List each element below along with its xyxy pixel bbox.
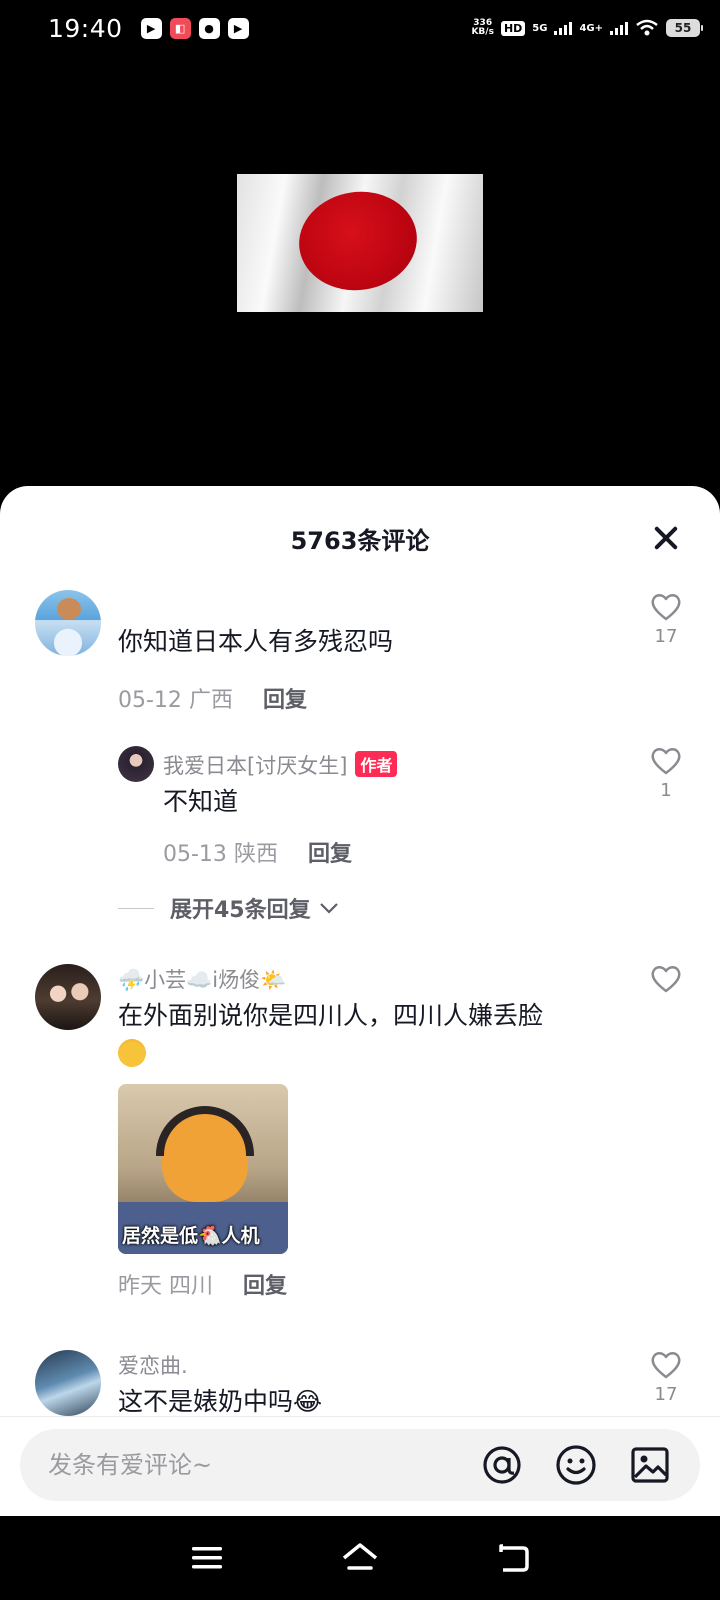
image-icon[interactable]: [628, 1443, 672, 1487]
status-app-icons: ▶ ◧ ● ▶: [140, 17, 249, 39]
comment-text: 这不是婊奶中吗😂: [118, 1387, 323, 1416]
comment-input[interactable]: [48, 1451, 448, 1479]
sheet-header: 5763条评论: [0, 486, 720, 590]
heart-icon: [651, 966, 681, 993]
like-count: 1: [660, 780, 672, 801]
signal-icon: [610, 21, 628, 35]
wifi-icon: [636, 19, 658, 36]
video-flag-image[interactable]: [237, 174, 483, 312]
wechat-icon: ●: [198, 17, 220, 39]
divider-line: [118, 907, 154, 909]
avatar[interactable]: [35, 590, 101, 656]
hd-badge: HD: [500, 20, 526, 36]
like-count: 17: [654, 626, 678, 647]
avatar[interactable]: [35, 1350, 101, 1416]
reply-button[interactable]: 回复: [308, 836, 352, 868]
sticker-caption: 居然是低🐔人机: [122, 1225, 260, 1247]
avatar[interactable]: [35, 964, 101, 1030]
battery-icon: 55: [666, 19, 703, 37]
comment-text: 你知道日本人有多残忍吗: [118, 627, 394, 656]
signal-4g-label: 4G+: [579, 22, 603, 34]
video-icon: ▶: [140, 17, 162, 39]
heart-icon: [651, 1352, 681, 1379]
status-time: 19:40: [48, 13, 123, 43]
signal-icon: [554, 21, 573, 35]
comment-input-bar: [0, 1416, 720, 1516]
system-nav-bar: [0, 1516, 720, 1600]
like-button[interactable]: 1: [646, 746, 686, 801]
reply-text: 不知道: [163, 787, 239, 816]
signal-5g-label: 5G: [532, 22, 548, 34]
comment-text: 在外面别说你是四川人，四川人嫌丢脸: [118, 998, 543, 1070]
avatar[interactable]: [118, 746, 154, 782]
home-icon[interactable]: [336, 1534, 384, 1582]
comment-sheet: 5763条评论 你知道日本人有多残忍吗 05-12 广西 回复 17 我爱日本[…: [0, 486, 720, 1516]
like-button[interactable]: [646, 964, 686, 998]
comment-meta: 05-12 广西 回复: [118, 682, 307, 714]
back-icon[interactable]: [489, 1534, 537, 1582]
headphones-icon: [156, 1106, 254, 1156]
photo-icon: ◧: [169, 17, 191, 39]
eye-roll-emoji-icon: [118, 1039, 146, 1067]
comment-username[interactable]: 爱恋曲.: [118, 1350, 188, 1380]
comment-list[interactable]: 你知道日本人有多残忍吗 05-12 广西 回复 17 我爱日本[讨厌女生] 作者 …: [0, 590, 720, 1516]
heart-icon: [651, 748, 681, 775]
expand-replies-button[interactable]: 展开45条回复: [118, 892, 339, 924]
menu-icon[interactable]: [183, 1534, 231, 1582]
author-badge: 作者: [355, 751, 398, 777]
comment-count-title: 5763条评论: [290, 526, 430, 555]
network-speed: 336 KB/s: [471, 18, 494, 37]
at-icon[interactable]: [480, 1443, 524, 1487]
flag-red-disc: [292, 184, 424, 298]
chevron-down-icon: [319, 903, 338, 914]
emoji-icon[interactable]: [554, 1443, 598, 1487]
reply-meta: 05-13 陕西 回复: [163, 836, 352, 868]
like-count: 17: [654, 1384, 678, 1405]
reply-username[interactable]: 我爱日本[讨厌女生] 作者: [163, 750, 398, 780]
reply-button[interactable]: 回复: [263, 682, 307, 714]
status-indicators: 336 KB/s HD 5G 4G+ 55: [471, 18, 703, 37]
comment-meta: 昨天 四川 回复: [118, 1268, 287, 1300]
input-actions: [480, 1443, 672, 1487]
like-button[interactable]: 17: [646, 1350, 686, 1405]
like-button[interactable]: 17: [646, 592, 686, 647]
play-icon: ▶: [227, 17, 249, 39]
reply-button[interactable]: 回复: [243, 1268, 287, 1300]
comment-input-container[interactable]: [20, 1429, 700, 1501]
status-bar: 19:40 ▶ ◧ ● ▶ 336 KB/s HD 5G 4G+ 55: [0, 0, 720, 56]
heart-icon: [651, 594, 681, 621]
sticker-image[interactable]: 居然是低🐔人机: [118, 1084, 288, 1254]
comment-username[interactable]: ⛈️小芸☁️i炀俊🌤️: [118, 964, 286, 994]
close-icon[interactable]: [652, 524, 680, 552]
